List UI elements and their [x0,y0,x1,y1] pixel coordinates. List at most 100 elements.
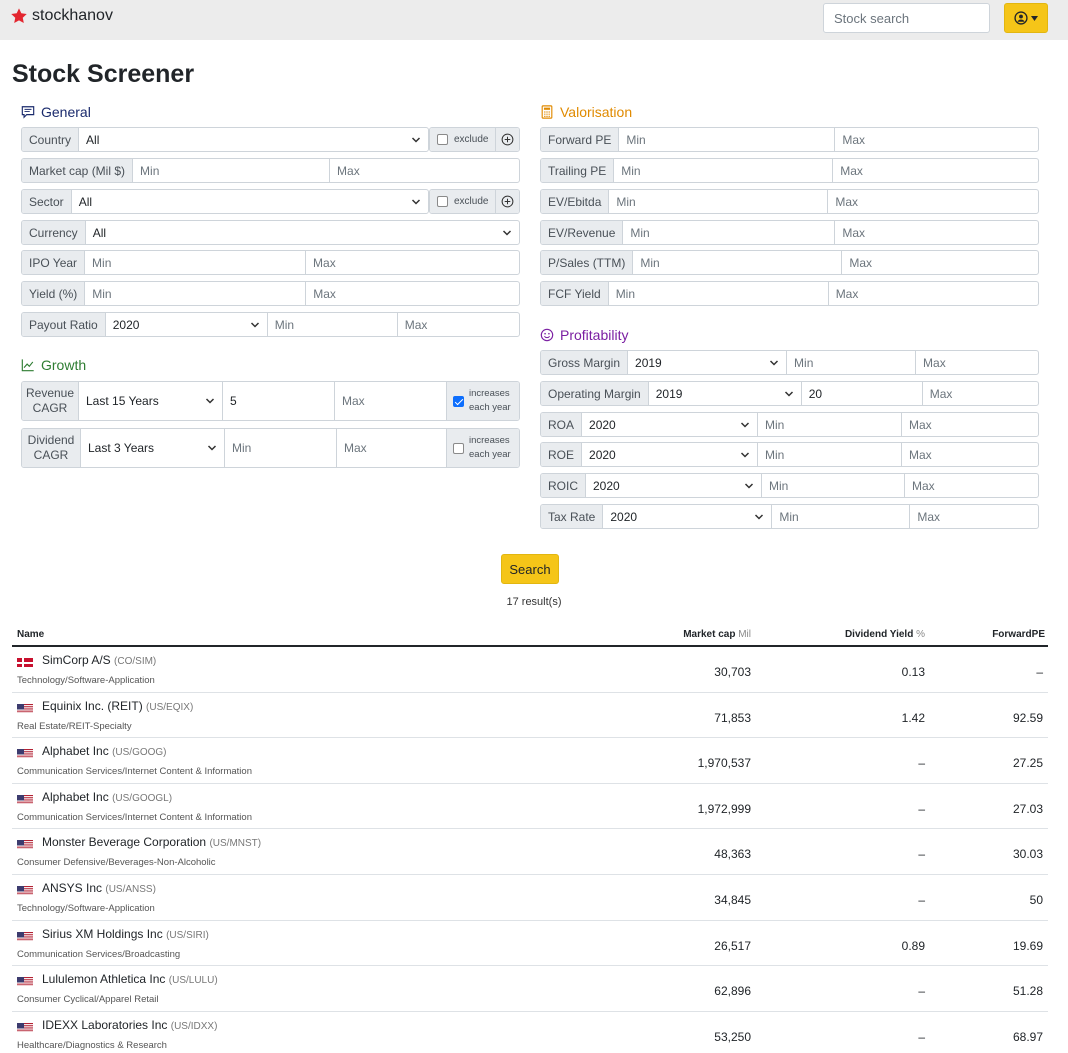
roa-year-select[interactable]: 2020 [582,413,759,436]
sector-select[interactable]: All [72,190,428,213]
company-name[interactable]: Alphabet Inc (US/GOOG) [42,744,167,758]
gross-margin-year-select[interactable]: 2019 [628,351,788,374]
revenue-increases-toggle[interactable]: increases each year [447,382,519,420]
payout-year-value: 2020 [112,317,140,332]
country-add-button[interactable] [496,128,519,151]
company-name[interactable]: SimCorp A/S (CO/SIM) [42,653,156,667]
search-button[interactable]: Search [501,554,559,584]
company-name[interactable]: Sirius XM Holdings Inc (US/SIRI) [42,927,209,941]
sector-add-button[interactable] [496,190,519,213]
tax-rate-min-input[interactable]: Min [772,505,911,528]
roe-label: ROE [541,443,583,466]
table-row[interactable]: Alphabet Inc (US/GOOG) Communication Serv… [12,738,1048,783]
table-row[interactable]: Lululemon Athletica Inc (US/LULU) Consume… [12,966,1048,1011]
company-name[interactable]: Lululemon Athletica Inc (US/LULU) [42,972,218,986]
sector-exclude[interactable]: exclude [430,190,497,213]
market-cap-max-input[interactable]: Max [330,159,519,182]
flag-usa-icon [17,931,33,941]
sector-exclude-checkbox[interactable] [437,196,448,207]
roe-min-input[interactable]: Min [758,443,903,466]
dividend-min-input[interactable]: Min [225,429,337,467]
forward-pe-cell: 30.03 [1012,847,1043,862]
company-name[interactable]: ANSYS Inc (US/ANSS) [42,881,156,895]
table-row[interactable]: Alphabet Inc (US/GOOGL) Communication Ser… [12,784,1048,829]
user-menu-button[interactable] [1004,3,1048,33]
column-header-name[interactable]: Name [17,629,44,640]
country-exclude-checkbox[interactable] [437,134,448,145]
dividend-increases-label: increases each year [469,434,511,462]
dividend-period-select[interactable]: Last 3 Years [81,429,225,467]
table-row[interactable]: SimCorp A/S (CO/SIM) Technology/Software-… [12,647,1048,692]
company-name[interactable]: Monster Beverage Corporation (US/MNST) [42,835,261,849]
ev-ebitda-max-input[interactable]: Max [828,190,1038,213]
chevron-down-icon [205,398,215,404]
payout-year-select[interactable]: 2020 [106,313,268,336]
table-row[interactable]: ANSYS Inc (US/ANSS) Technology/Software-A… [12,875,1048,920]
roa-min-input[interactable]: Min [758,413,903,436]
ipo-year-min-input[interactable]: Min [85,251,307,274]
operating-margin-year-select[interactable]: 2019 [649,382,802,405]
roic-min-input[interactable]: Min [762,474,905,497]
roa-max-input[interactable]: Max [902,413,1038,436]
market-cap-min-input[interactable]: Min [133,159,331,182]
operating-margin-min-input[interactable]: 20 [802,382,923,405]
dividend-max-input[interactable]: Max [337,429,447,467]
column-header-dividend-yield[interactable]: Dividend Yield % [845,629,925,640]
revenue-max-input[interactable]: Max [335,382,447,420]
dividend-increases-checkbox[interactable] [453,442,464,454]
table-row[interactable]: Monster Beverage Corporation (US/MNST) Co… [12,829,1048,874]
dividend-increases-toggle[interactable]: increases each year [447,429,519,467]
country-select[interactable]: All [79,128,428,151]
table-row[interactable]: Sirius XM Holdings Inc (US/SIRI) Communic… [12,921,1048,966]
column-header-market-cap[interactable]: Market cap Mil [683,629,751,640]
forward-pe-cell: 68.97 [1012,1029,1043,1044]
flag-usa-icon [17,885,33,895]
ev-revenue-max-input[interactable]: Max [835,221,1038,244]
stock-search-input[interactable] [823,3,990,33]
roic-max-input[interactable]: Max [905,474,1038,497]
yield-min-input[interactable]: Min [85,282,307,305]
column-header-forward-pe[interactable]: ForwardPE [992,629,1045,640]
fcf-yield-min-input[interactable]: Min [609,282,829,305]
fcf-yield-max-input[interactable]: Max [829,282,1038,305]
company-name[interactable]: Equinix Inc. (REIT) (US/EQIX) [42,699,193,713]
forward-pe-min-input[interactable]: Min [619,128,836,151]
revenue-period-value: Last 15 Years [86,394,159,408]
trailing-pe-min-input[interactable]: Min [614,159,834,182]
table-row[interactable]: IDEXX Laboratories Inc (US/IDXX) Healthca… [12,1012,1048,1053]
trailing-pe-max-input[interactable]: Max [833,159,1038,182]
yield-max-input[interactable]: Max [306,282,519,305]
roe-max-input[interactable]: Max [902,443,1038,466]
revenue-increases-checkbox[interactable] [453,395,464,407]
revenue-min-input[interactable]: 5 [223,382,335,420]
gross-margin-max-input[interactable]: Max [916,351,1038,374]
company-category: Consumer Cyclical/Apparel Retail [17,994,159,1006]
forward-pe-max-input[interactable]: Max [835,128,1038,151]
company-name-text: Lululemon Athletica Inc [42,972,166,987]
payout-max-input[interactable]: Max [398,313,519,336]
tax-rate-max-input[interactable]: Max [910,505,1038,528]
ev-ebitda-min-input[interactable]: Min [609,190,829,213]
country-filter: Country All [21,127,429,152]
roe-year-select[interactable]: 2020 [582,443,759,466]
ipo-year-max-input[interactable]: Max [306,251,519,274]
company-name[interactable]: IDEXX Laboratories Inc (US/IDXX) [42,1018,217,1032]
revenue-period-select[interactable]: Last 15 Years [79,382,223,420]
currency-select[interactable]: All [86,221,519,244]
company-name[interactable]: Alphabet Inc (US/GOOGL) [42,790,172,804]
brand-logo[interactable]: stockhanov [10,7,113,25]
country-exclude[interactable]: exclude [430,128,497,151]
tax-rate-year-select[interactable]: 2020 [603,505,773,528]
gross-margin-min-input[interactable]: Min [787,351,917,374]
table-row[interactable]: Equinix Inc. (REIT) (US/EQIX) Real Estate… [12,693,1048,738]
roic-filter: ROIC 2020 Min Max [540,473,1039,498]
ev-revenue-min-input[interactable]: Min [623,221,836,244]
p-sales-max-input[interactable]: Max [842,251,1038,274]
roic-year-select[interactable]: 2020 [586,474,762,497]
p-sales-min-input[interactable]: Min [633,251,843,274]
section-general-heading: General [21,104,91,120]
company-ticker: (US/ANSS) [105,884,156,895]
company-ticker: (US/LULU) [168,975,218,987]
payout-min-input[interactable]: Min [268,313,398,336]
operating-margin-max-input[interactable]: Max [923,382,1038,405]
